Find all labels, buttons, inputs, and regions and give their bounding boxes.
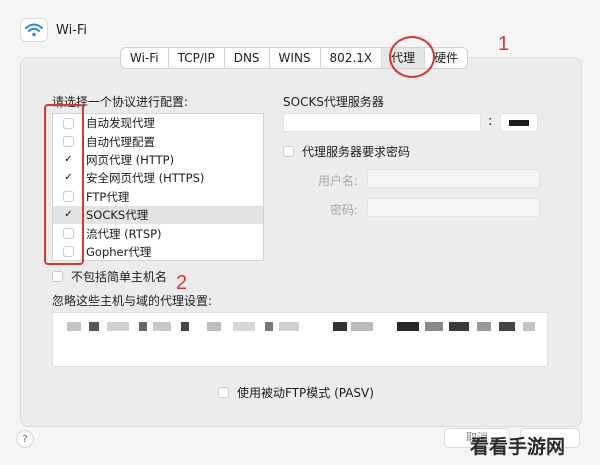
checkbox[interactable] [218,387,229,398]
password-input[interactable] [367,198,540,217]
protocol-item-rtsp[interactable]: 流代理 (RTSP) [53,224,263,242]
redacted-port [509,120,529,126]
redacted-text [351,322,373,331]
protocol-label: 网页代理 (HTTP) [86,152,175,167]
redacted-text [89,322,99,331]
redacted-text [499,322,515,331]
redacted-text [153,322,171,331]
socks-port-input[interactable] [500,113,538,132]
annotation-circle-proxies-tab [389,36,435,78]
socks-server-input[interactable] [283,113,481,132]
bypass-hosts-textarea[interactable] [52,312,548,367]
username-input[interactable] [367,169,540,188]
password-label: 密码: [330,203,359,217]
annotation-box-checkboxes [44,104,84,265]
redacted-text [449,322,469,331]
tab-tcpip[interactable]: TCP/IP [169,48,225,68]
tab-dns[interactable]: DNS [225,48,270,68]
protocol-item-gopher[interactable]: Gopher代理 [53,243,263,261]
checkbox[interactable] [52,271,63,282]
redacted-text [107,322,129,331]
protocol-label: SOCKS代理 [86,208,149,223]
protocol-label: 流代理 (RTSP) [86,226,162,241]
protocol-label: 安全网页代理 (HTTPS) [86,171,205,186]
window-header: Wi-Fi [20,18,87,42]
port-separator: : [488,114,493,129]
protocol-item-auto-config[interactable]: 自动代理配置 [53,132,263,150]
redacted-text [333,322,347,331]
protocol-item-auto-discovery[interactable]: 自动发现代理 [53,114,263,132]
protocol-item-https[interactable]: ✓ 安全网页代理 (HTTPS) [53,169,263,187]
tab-8021x[interactable]: 802.1X [321,48,383,68]
passive-ftp-option[interactable]: 使用被动FTP模式 (PASV) [218,384,374,401]
protocol-label: Gopher代理 [86,244,152,259]
username-label: 用户名: [318,174,359,188]
password-required-label: 代理服务器要求密码 [302,145,411,159]
passive-ftp-label: 使用被动FTP模式 (PASV) [237,386,374,400]
wifi-icon [20,18,48,42]
checkbox[interactable] [283,146,294,157]
protocol-item-ftp[interactable]: FTP代理 [53,188,263,206]
redacted-text [477,322,491,331]
redacted-text [181,322,189,331]
help-button[interactable]: ? [16,430,34,448]
redacted-text [265,322,273,331]
redacted-text [425,322,443,331]
watermark-logo: 看看手游网 [470,436,566,458]
protocol-item-http[interactable]: ✓ 网页代理 (HTTP) [53,151,263,169]
protocol-label: 自动代理配置 [86,134,155,149]
protocol-label: FTP代理 [86,189,130,204]
redacted-text [523,322,535,331]
redacted-text [139,322,147,331]
annotation-number-1: 1 [498,33,510,55]
redacted-text [397,322,419,331]
redacted-text [233,322,255,331]
redacted-text [279,322,299,331]
window-title: Wi-Fi [56,22,88,38]
redacted-text [207,322,221,331]
tab-wins[interactable]: WINS [270,48,321,68]
redacted-text [67,322,81,331]
password-required-option[interactable]: 代理服务器要求密码 [283,143,410,160]
protocol-label: 自动发现代理 [86,116,155,131]
socks-server-label: SOCKS代理服务器 [283,95,384,109]
exclude-simple-hostnames-label: 不包括简单主机名 [71,270,168,284]
bypass-label: 忽略这些主机与域的代理设置: [52,294,213,308]
exclude-simple-hostnames-option[interactable]: 不包括简单主机名 [52,268,167,285]
protocol-item-socks[interactable]: ✓ SOCKS代理 [53,205,263,225]
tab-wifi[interactable]: Wi-Fi [121,48,169,68]
